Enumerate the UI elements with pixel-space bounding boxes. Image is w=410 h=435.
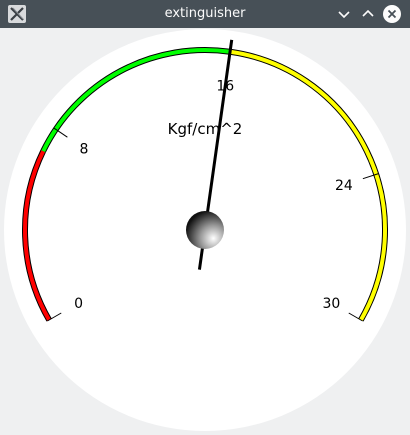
title-bar[interactable]: extinguisher	[0, 0, 410, 28]
chevron-up-icon	[362, 9, 374, 17]
close-button[interactable]	[382, 4, 402, 24]
gauge-panel: 08162430 Kgf/cm^2	[0, 28, 410, 435]
minimize-button[interactable]	[334, 4, 354, 24]
gauge-tick-label-0: 0	[74, 296, 83, 312]
gauge-tick-label-24: 24	[335, 178, 353, 194]
app-window: extinguisher 08162430 Kgf/cm^2	[0, 0, 410, 435]
gauge-tick-label-30: 30	[323, 296, 341, 312]
unit-label: Kgf/cm^2	[168, 120, 243, 138]
gauge-tick-label-8: 8	[79, 141, 88, 157]
pressure-gauge: 08162430 Kgf/cm^2	[4, 29, 406, 431]
needle-hub	[186, 211, 224, 249]
maximize-button[interactable]	[358, 4, 378, 24]
chevron-down-icon	[338, 11, 350, 19]
